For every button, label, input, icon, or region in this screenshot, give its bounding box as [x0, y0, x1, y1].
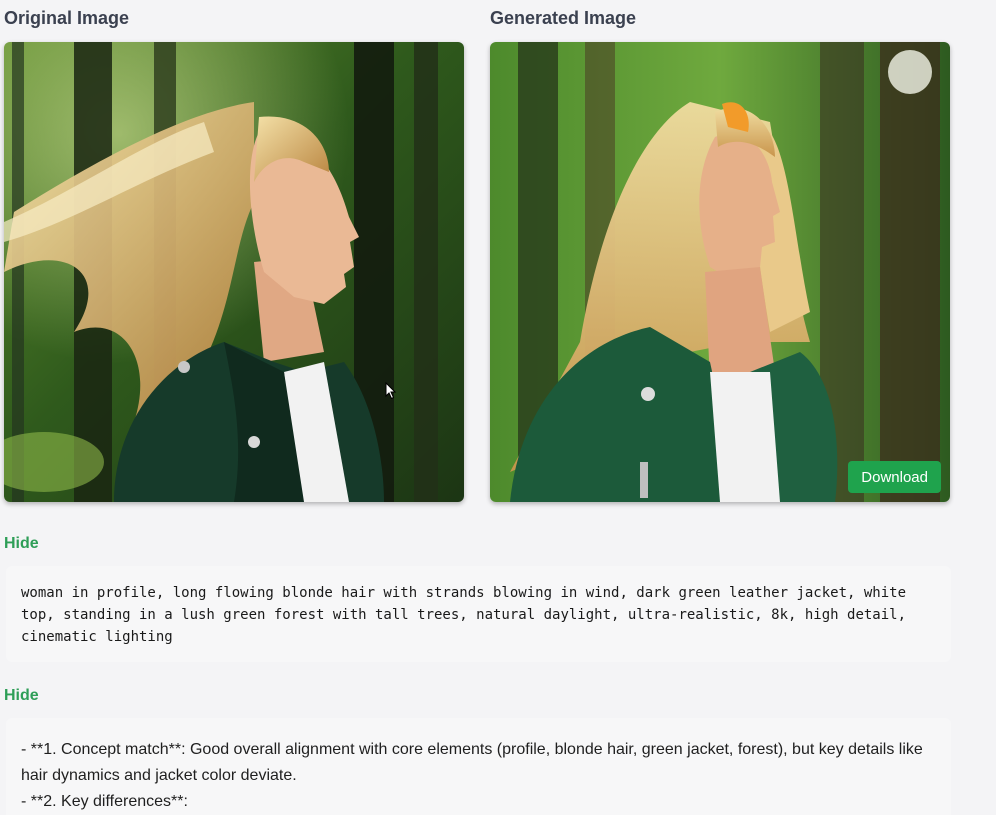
mouse-cursor-icon [385, 382, 397, 400]
download-button[interactable]: Download [848, 461, 941, 493]
prompt-text-box: woman in profile, long flowing blonde ha… [6, 566, 951, 662]
original-image-title: Original Image [4, 8, 130, 28]
original-image [4, 42, 464, 502]
generated-image: Download [490, 42, 950, 502]
analysis-line: - **1. Concept match**: Good overall ali… [21, 741, 923, 784]
hide-prompt-toggle[interactable]: Hide [4, 535, 39, 553]
hide-analysis-toggle[interactable]: Hide [4, 687, 39, 705]
analysis-line: - **2. Key differences**: [21, 793, 188, 810]
prompt-text: woman in profile, long flowing blonde ha… [21, 585, 907, 645]
analysis-text-box: - **1. Concept match**: Good overall ali… [6, 718, 951, 815]
generated-image-title: Generated Image [490, 8, 637, 28]
comparison-view: Original Image Generated Image Download … [0, 0, 996, 815]
